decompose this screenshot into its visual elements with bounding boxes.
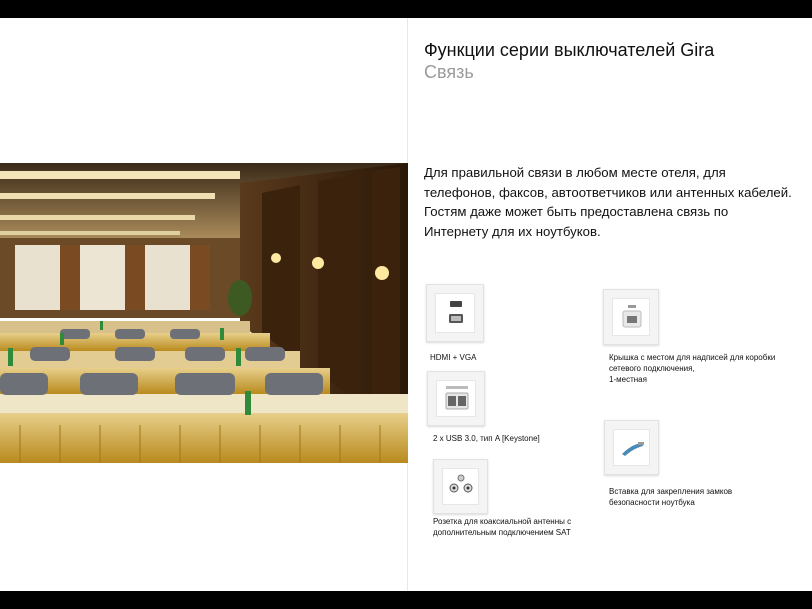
top-bar xyxy=(0,0,812,18)
hdmi-vga-socket-icon xyxy=(426,284,484,342)
conference-room-photo xyxy=(0,163,408,463)
slide-subtitle: Связь xyxy=(424,62,474,82)
usb-caption: 2 x USB 3.0, тип A [Keystone] xyxy=(433,434,540,443)
network-socket-caption: Крышка с местом для надписей для коробки… xyxy=(609,353,776,384)
usb-socket-icon xyxy=(427,371,485,426)
laptop-lock-insert-icon xyxy=(604,420,659,475)
slide-body: Для правильной связи в любом месте отеля… xyxy=(424,165,792,239)
laptop-lock-caption: Вставка для закрепления замков безопасно… xyxy=(609,487,733,507)
coax-antenna-caption: Розетка для коаксиальной антенны с допол… xyxy=(433,517,572,537)
network-socket-cover-icon xyxy=(603,289,659,345)
slide-title: Функции серии выключателей Gira xyxy=(424,40,715,60)
hdmi-vga-caption: HDMI + VGA xyxy=(430,353,477,362)
coax-antenna-socket-icon xyxy=(433,459,488,514)
bottom-bar xyxy=(0,591,812,609)
